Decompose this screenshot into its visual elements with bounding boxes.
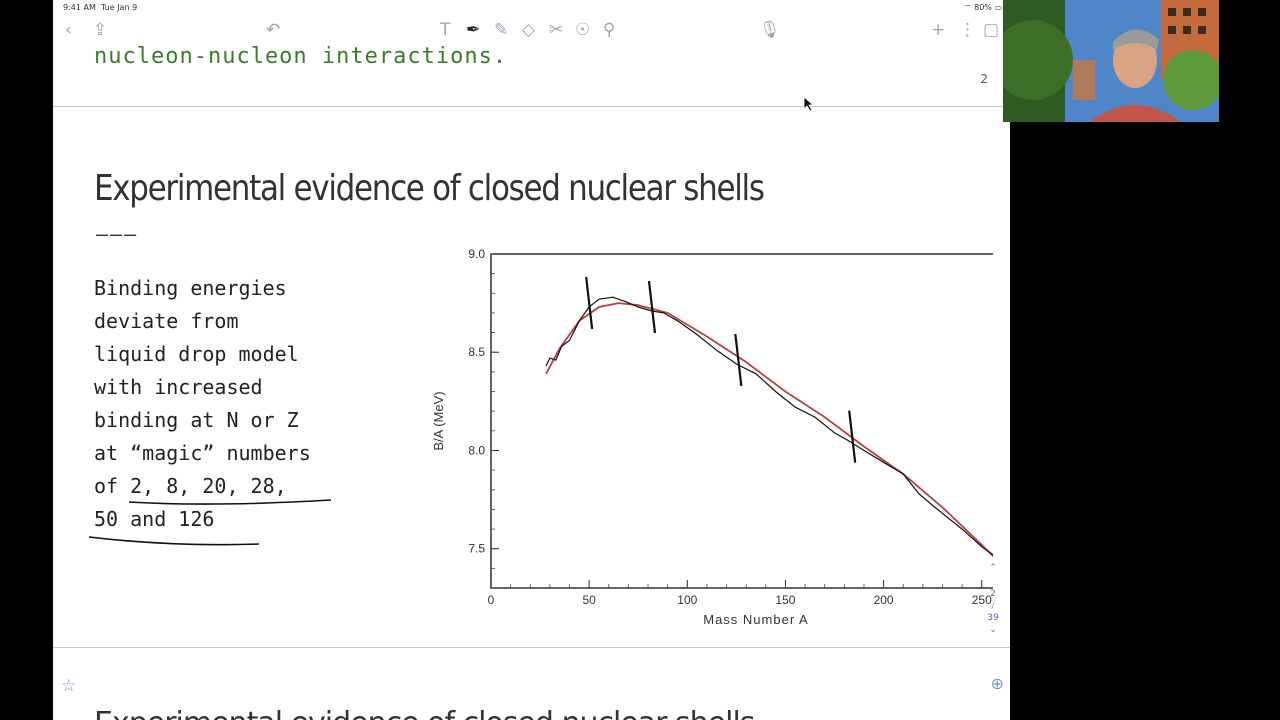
page-number: 2 — [980, 72, 988, 86]
scroll-up-icon[interactable]: ⌃ — [984, 562, 1002, 574]
status-time: 9:41 AM Tue Jan 9 — [63, 3, 138, 12]
wifi-icon: ⌔ — [964, 3, 972, 12]
battery-icon: ▭ — [994, 3, 1002, 12]
more-icon[interactable]: ⋮ — [959, 20, 976, 40]
y-tick-label: 7.5 — [468, 542, 485, 556]
magic-number-mark — [647, 280, 657, 334]
page-navigator[interactable]: ⌃ 2 / 39 ⌄ — [984, 562, 1002, 636]
binding-energy-chart: 0 50 100 150 200 2509.08.58.07.5Mass Number A… — [431, 247, 993, 627]
status-bar: 9:41 AM Tue Jan 9 ⌔ 80% ▭ — [53, 0, 1010, 16]
total-pages: 39 — [987, 613, 999, 623]
y-tick-label: 8.5 — [468, 345, 485, 359]
measured-binding-energy-line — [545, 296, 993, 556]
body-line: binding at N or Z — [94, 408, 299, 432]
highlighter-icon[interactable]: ✎ — [494, 20, 508, 40]
section-heading: Experimental evidence of closed nuclear … — [94, 168, 765, 209]
body-line: Binding energies — [94, 276, 287, 300]
y-tick-label: 9.0 — [468, 247, 485, 261]
page-divider — [53, 106, 1010, 107]
x-tick-label: 0 — [488, 593, 495, 607]
y-axis-label: B/A (MeV) — [431, 391, 446, 450]
pen-tool-icon[interactable]: ✒ — [466, 20, 480, 40]
search-icon[interactable]: ⚲ — [603, 20, 615, 40]
shape-icon[interactable]: ☉ — [575, 20, 590, 40]
mouse-pointer-icon — [803, 96, 815, 112]
battery-indicator: ⌔ 80% ▭ — [964, 3, 1002, 13]
y-tick-label: 8.0 — [468, 443, 485, 457]
x-tick-label: 50 — [582, 593, 596, 607]
body-line: liquid drop model — [94, 342, 299, 366]
back-icon[interactable]: ‹ — [65, 20, 72, 40]
body-line: with increased — [94, 375, 263, 399]
handwritten-underlines — [88, 499, 332, 546]
x-tick-label: 150 — [775, 593, 795, 607]
next-page-heading: Experimental evidence of closed nuclear … — [94, 706, 755, 720]
x-tick-label: 200 — [874, 593, 894, 607]
favorite-star-icon[interactable]: ☆ — [61, 676, 76, 696]
body-line: at “magic” numbers — [94, 441, 311, 465]
text-tool-icon[interactable]: T — [440, 20, 450, 40]
pages-icon[interactable]: ▢ — [983, 20, 999, 40]
scroll-down-icon[interactable]: ⌄ — [984, 624, 1002, 636]
add-icon[interactable]: + — [931, 20, 945, 40]
zoom-icon[interactable]: ⊕ — [991, 674, 1004, 693]
current-page: 2 — [990, 589, 996, 599]
share-icon[interactable]: ⇪ — [93, 20, 107, 40]
eraser-icon[interactable]: ◇ — [522, 20, 535, 40]
magic-number-mark — [734, 333, 743, 387]
x-tick-label: 100 — [677, 593, 697, 607]
separator: ——— — [96, 222, 139, 246]
undo-icon[interactable]: ↶ — [266, 20, 280, 40]
x-axis-label: Mass Number A — [703, 612, 808, 627]
previous-page-text: nucleon-nucleon interactions. — [94, 44, 508, 69]
battery-percent: 80% — [974, 3, 992, 12]
microphone-icon[interactable]: 🎙 — [759, 20, 781, 40]
status-date: Tue Jan 9 — [100, 3, 138, 12]
body-line: deviate from — [94, 309, 239, 333]
magic-number-mark — [585, 276, 594, 330]
plot-frame — [490, 253, 993, 589]
scissors-icon[interactable]: ✂ — [549, 20, 563, 40]
liquid-drop-model-line — [545, 302, 993, 558]
page-divider-bottom — [53, 647, 1010, 648]
webcam-video — [1003, 0, 1219, 122]
notebook-page: 9:41 AM Tue Jan 9 ⌔ 80% ▭ ‹ ⇪ ↶ T ✒ ✎ ◇ … — [53, 0, 1010, 720]
